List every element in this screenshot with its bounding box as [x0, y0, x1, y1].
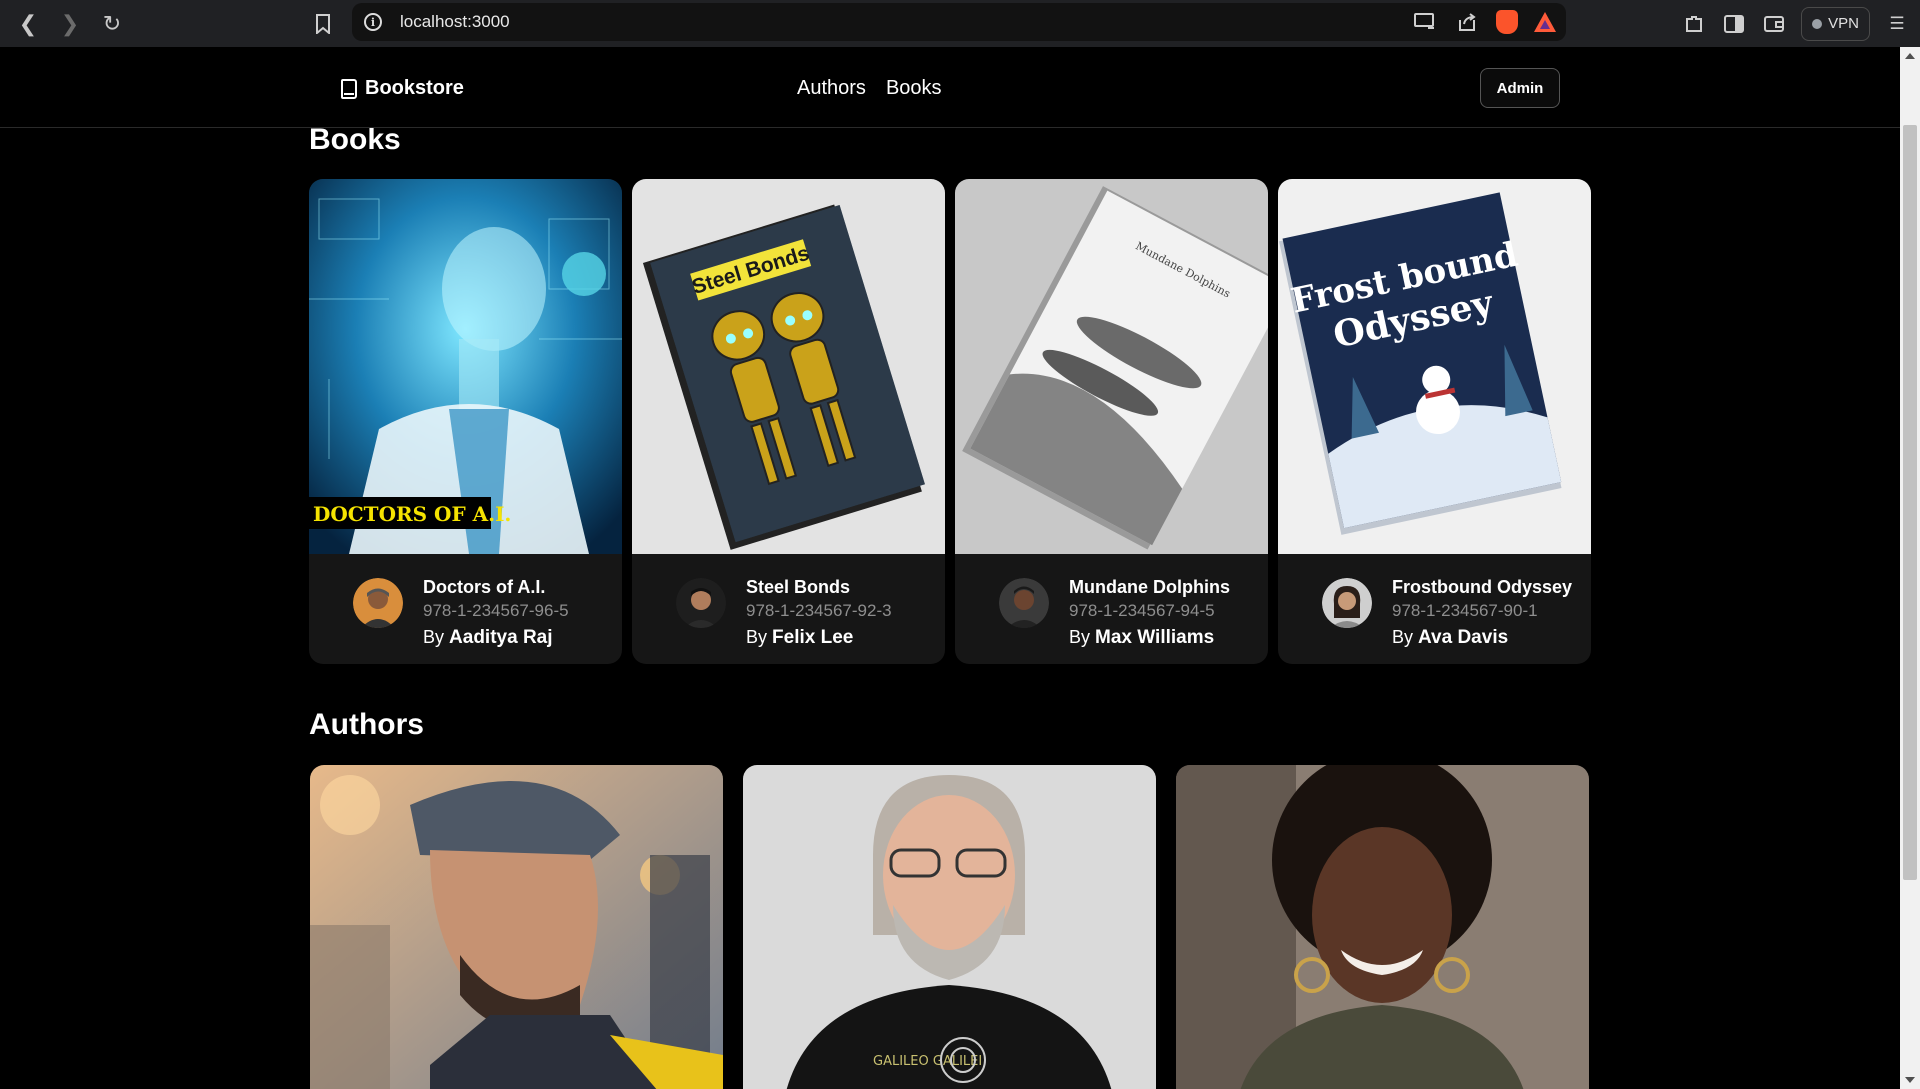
- author-card[interactable]: [1176, 765, 1589, 1089]
- wallet-icon[interactable]: [1761, 11, 1787, 37]
- address-bar[interactable]: i localhost:3000: [352, 3, 1566, 41]
- main-nav: Authors Books: [797, 77, 942, 100]
- reload-icon[interactable]: ↻: [92, 4, 132, 44]
- logo-text: Bookstore: [365, 77, 464, 99]
- cover-title-text: DOCTORS OF A.I.: [313, 502, 511, 526]
- by-label: By: [423, 627, 445, 647]
- admin-button[interactable]: Admin: [1480, 68, 1560, 108]
- extensions-icon[interactable]: [1681, 11, 1707, 37]
- book-cover-image[interactable]: Frost bound Odyssey: [1278, 179, 1591, 554]
- nav-link-books[interactable]: Books: [886, 77, 942, 100]
- sidebar-icon[interactable]: [1721, 11, 1747, 37]
- address-bar-actions: [1412, 3, 1556, 41]
- author-photo[interactable]: [1176, 765, 1589, 1089]
- book-info: Frostbound Odyssey 978-1-234567-90-1 By …: [1322, 576, 1572, 651]
- nav-link-authors[interactable]: Authors: [797, 77, 866, 100]
- bookmark-icon[interactable]: [303, 4, 343, 44]
- author-card[interactable]: GALILEO GALILEI: [743, 765, 1156, 1089]
- scroll-down-icon[interactable]: [1905, 1077, 1915, 1083]
- book-meta: Mundane Dolphins 978-1-234567-94-5 By Ma…: [1069, 576, 1230, 651]
- author-photo[interactable]: [310, 765, 723, 1089]
- book-title[interactable]: Doctors of A.I.: [423, 576, 569, 598]
- author-avatar: [1322, 578, 1372, 628]
- back-icon[interactable]: ❮: [8, 4, 48, 44]
- book-title[interactable]: Frostbound Odyssey: [1392, 576, 1572, 598]
- book-title[interactable]: Mundane Dolphins: [1069, 576, 1230, 598]
- books-heading: Books: [309, 123, 401, 156]
- vpn-status-icon: [1812, 18, 1823, 29]
- book-byline: By Ava Davis: [1392, 624, 1572, 651]
- book-meta: Steel Bonds 978-1-234567-92-3 By Felix L…: [746, 576, 892, 651]
- book-byline: By Felix Lee: [746, 624, 892, 651]
- book-cover-image[interactable]: DOCTORS OF A.I.: [309, 179, 622, 554]
- book-meta: Frostbound Odyssey 978-1-234567-90-1 By …: [1392, 576, 1572, 651]
- book-info: Steel Bonds 978-1-234567-92-3 By Felix L…: [676, 576, 892, 651]
- book-cover-image[interactable]: Steel Bonds: [632, 179, 945, 554]
- author-avatar: [999, 578, 1049, 628]
- brave-rewards-icon[interactable]: [1534, 12, 1556, 32]
- book-byline: By Max Williams: [1069, 624, 1230, 651]
- book-byline: By Aaditya Raj: [423, 624, 569, 651]
- page-scrollbar[interactable]: [1900, 47, 1920, 1089]
- book-isbn: 978-1-234567-96-5: [423, 601, 569, 620]
- by-label: By: [1392, 627, 1414, 647]
- book-title[interactable]: Steel Bonds: [746, 576, 892, 598]
- book-cover-image[interactable]: Mundane Dolphins: [955, 179, 1268, 554]
- authors-grid: GALILEO GALILEI: [310, 765, 1589, 1089]
- author-avatar: [676, 578, 726, 628]
- url-text[interactable]: localhost:3000: [400, 12, 510, 32]
- scroll-up-icon[interactable]: [1905, 53, 1915, 59]
- book-isbn: 978-1-234567-90-1: [1392, 601, 1538, 620]
- authors-heading: Authors: [309, 708, 424, 741]
- book-author-name[interactable]: Aaditya Raj: [449, 627, 552, 648]
- book-card[interactable]: Mundane Dolphins Mundane Dolphins 978-1-…: [955, 179, 1268, 664]
- vpn-label: VPN: [1828, 15, 1859, 32]
- book-info: Doctors of A.I. 978-1-234567-96-5 By Aad…: [353, 576, 569, 651]
- cast-icon[interactable]: [1412, 9, 1438, 35]
- book-card[interactable]: Frost bound Odyssey Frostbound Odyssey 9…: [1278, 179, 1591, 664]
- browser-tools: VPN ☰: [1681, 0, 1920, 47]
- by-label: By: [746, 627, 768, 647]
- site-info-icon[interactable]: i: [364, 13, 382, 31]
- site-header: Bookstore Authors Books Admin: [0, 47, 1900, 128]
- vpn-button[interactable]: VPN: [1801, 6, 1870, 41]
- brave-shields-icon[interactable]: [1496, 10, 1518, 34]
- author-avatar: [353, 578, 403, 628]
- books-grid: DOCTORS OF A.I. Doctors of A.I. 978-1-23…: [309, 179, 1591, 664]
- browser-nav-group: ❮ ❯ ↻: [8, 4, 132, 44]
- book-meta: Doctors of A.I. 978-1-234567-96-5 By Aad…: [423, 576, 569, 651]
- browser-toolbar: ❮ ❯ ↻ i localhost:3000 VPN ☰: [0, 0, 1920, 47]
- shirt-print-text: GALILEO GALILEI: [873, 1054, 982, 1069]
- book-isbn: 978-1-234567-94-5: [1069, 601, 1215, 620]
- by-label: By: [1069, 627, 1091, 647]
- page-viewport: Bookstore Authors Books Admin Books DOCT…: [0, 47, 1900, 1089]
- book-isbn: 978-1-234567-92-3: [746, 601, 892, 620]
- forward-icon[interactable]: ❯: [50, 4, 90, 44]
- book-info: Mundane Dolphins 978-1-234567-94-5 By Ma…: [999, 576, 1230, 651]
- author-photo[interactable]: GALILEO GALILEI: [743, 765, 1156, 1089]
- site-logo[interactable]: Bookstore: [341, 77, 464, 100]
- book-card[interactable]: Steel Bonds Steel Bonds 978-1-234567-92-…: [632, 179, 945, 664]
- book-icon: [341, 78, 357, 99]
- author-card[interactable]: [310, 765, 723, 1089]
- book-author-name[interactable]: Max Williams: [1095, 627, 1214, 648]
- book-card[interactable]: DOCTORS OF A.I. Doctors of A.I. 978-1-23…: [309, 179, 622, 664]
- menu-icon[interactable]: ☰: [1884, 11, 1910, 37]
- scrollbar-thumb[interactable]: [1903, 125, 1917, 880]
- book-author-name[interactable]: Ava Davis: [1418, 627, 1508, 648]
- book-author-name[interactable]: Felix Lee: [772, 627, 853, 648]
- share-icon[interactable]: [1454, 9, 1480, 35]
